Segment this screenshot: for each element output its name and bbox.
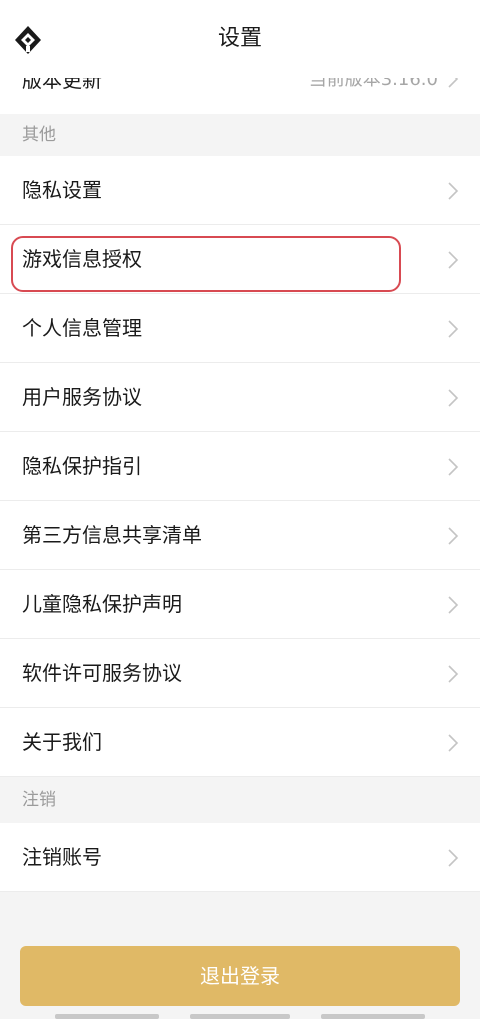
row-label: 第三方信息共享清单 <box>22 523 202 547</box>
chevron-right-icon <box>448 389 459 407</box>
chevron-right-icon <box>448 849 459 867</box>
row-label: 游戏信息授权 <box>22 247 142 271</box>
row-user-service-agreement[interactable]: 用户服务协议 <box>0 363 480 432</box>
home-indicator <box>55 1014 425 1019</box>
section-deregister: 注销 注销账号 <box>0 777 480 892</box>
row-about-us[interactable]: 关于我们 <box>0 708 480 777</box>
chevron-right-icon <box>448 251 459 269</box>
row-label: 隐私设置 <box>22 178 102 202</box>
chevron-right-icon <box>448 734 459 752</box>
row-game-info-authorization[interactable]: 游戏信息授权 <box>0 225 480 294</box>
section-other: 其他 隐私设置 游戏信息授权 个人信息管理 用户服务协议 隐私保护指引 第三方信… <box>0 114 480 777</box>
row-children-privacy-statement[interactable]: 儿童隐私保护声明 <box>0 570 480 639</box>
chevron-right-icon <box>448 665 459 683</box>
row-personal-info-management[interactable]: 个人信息管理 <box>0 294 480 363</box>
row-label: 隐私保护指引 <box>22 454 142 478</box>
chevron-right-icon <box>448 320 459 338</box>
row-third-party-sharing-list[interactable]: 第三方信息共享清单 <box>0 501 480 570</box>
chevron-right-icon <box>448 458 459 476</box>
logout-button[interactable]: 退出登录 <box>20 946 460 1006</box>
chevron-right-icon <box>448 527 459 545</box>
row-software-license-agreement[interactable]: 软件许可服务协议 <box>0 639 480 708</box>
chevron-right-icon <box>448 182 459 200</box>
row-label: 用户服务协议 <box>22 385 142 409</box>
row-label: 个人信息管理 <box>22 316 142 340</box>
row-label: 儿童隐私保护声明 <box>22 592 182 616</box>
row-label: 关于我们 <box>22 730 102 754</box>
section-header-other: 其他 <box>0 114 480 156</box>
header: 设置 <box>0 0 480 78</box>
row-privacy-settings[interactable]: 隐私设置 <box>0 156 480 225</box>
row-deregister-account[interactable]: 注销账号 <box>0 823 480 892</box>
row-privacy-protection-guide[interactable]: 隐私保护指引 <box>0 432 480 501</box>
row-label: 注销账号 <box>22 845 102 869</box>
section-header-deregister: 注销 <box>0 777 480 823</box>
chevron-right-icon <box>448 596 459 614</box>
row-label: 软件许可服务协议 <box>22 661 182 685</box>
page-title: 设置 <box>217 26 262 51</box>
